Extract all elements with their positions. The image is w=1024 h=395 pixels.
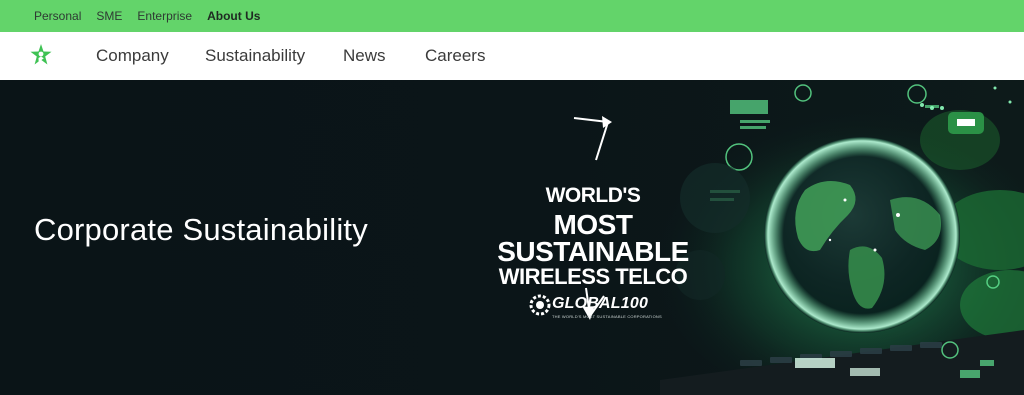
- hero-banner: Corporate Sustainability WORLD'S MOST SU…: [0, 80, 1024, 395]
- badge-line-4: WIRELESS TELCO: [498, 264, 688, 289]
- top-link-enterprise[interactable]: Enterprise: [137, 0, 192, 32]
- main-nav: Company Sustainability News Careers: [0, 32, 1024, 80]
- global100-subtitle: THE WORLD'S MOST SUSTAINABLE CORPORATION…: [552, 314, 662, 319]
- top-utility-bar: Personal SME Enterprise About Us: [0, 0, 1024, 32]
- top-link-personal[interactable]: Personal: [34, 0, 81, 32]
- nav-news[interactable]: News: [343, 32, 386, 80]
- badge-line-1: WORLD'S: [545, 184, 641, 207]
- top-link-about-us[interactable]: About Us: [207, 0, 260, 32]
- nav-company[interactable]: Company: [96, 32, 169, 80]
- page-title: Corporate Sustainability: [34, 212, 368, 247]
- nav-careers[interactable]: Careers: [425, 32, 485, 80]
- top-link-sme[interactable]: SME: [96, 0, 122, 32]
- nav-sustainability[interactable]: Sustainability: [205, 32, 305, 80]
- star-person-logo-icon[interactable]: [29, 43, 53, 69]
- global100-text: GLOBAL100: [552, 295, 649, 312]
